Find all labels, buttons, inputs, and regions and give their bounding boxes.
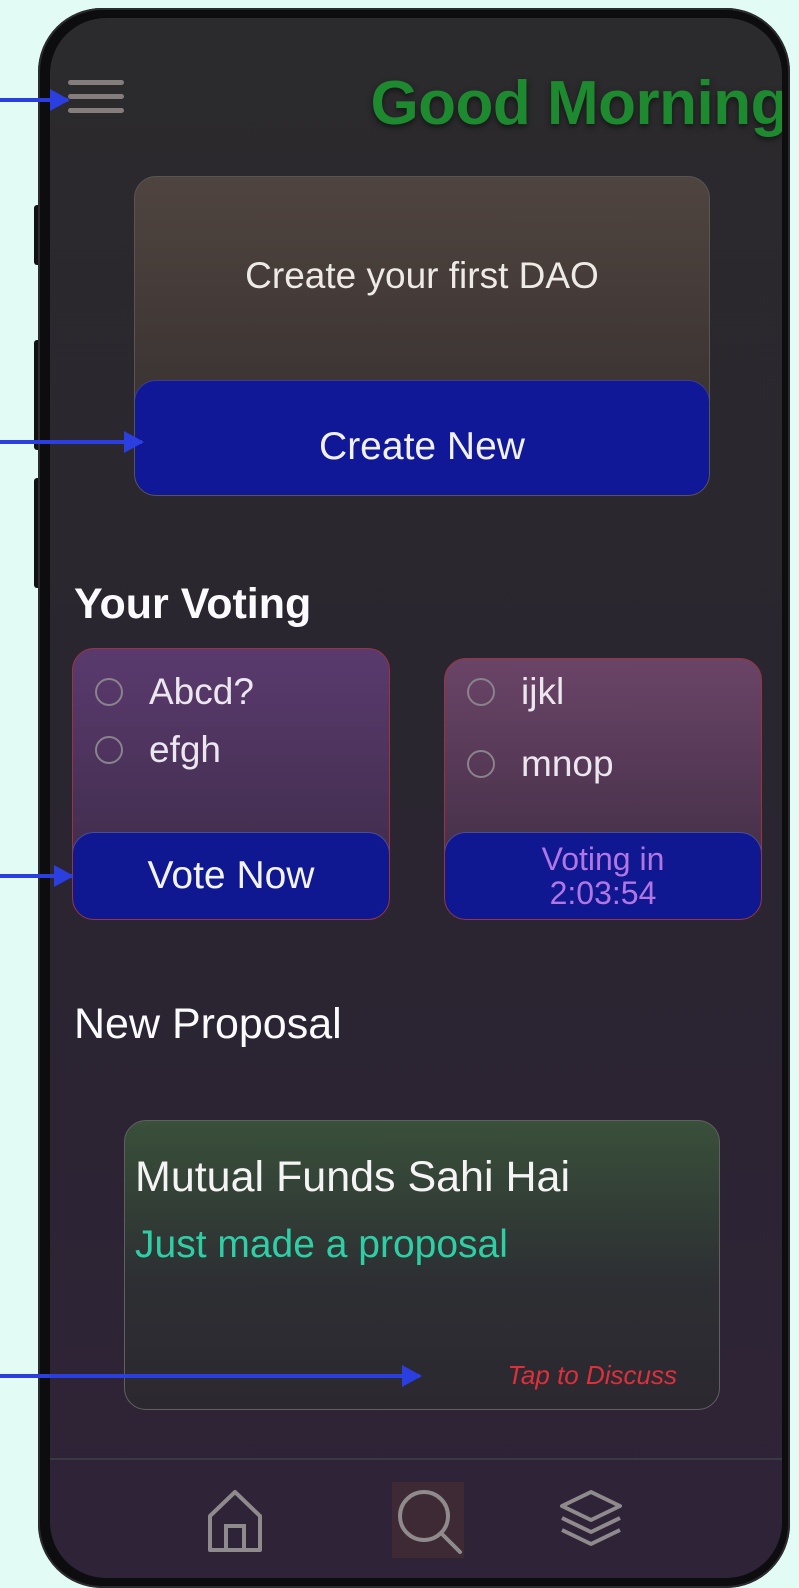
bottom-nav-divider: [50, 1458, 782, 1460]
radio-button[interactable]: [467, 750, 495, 778]
annotation-arrow: [0, 431, 144, 453]
annotation-arrow: [0, 865, 74, 887]
vote-option-label: ijkl: [521, 671, 565, 712]
radio-button[interactable]: [95, 736, 123, 764]
vote-option-label: Abcd?: [149, 671, 254, 712]
new-proposal-heading: New Proposal: [74, 1000, 342, 1048]
vote-option-label: efgh: [149, 729, 222, 770]
vote-now-button[interactable]: Vote Now: [73, 832, 389, 919]
radio-button[interactable]: [467, 678, 495, 706]
app-screen: Good Morning Create your first DAO Creat…: [50, 18, 782, 1578]
create-dao-card: Create your first DAO Create New: [134, 176, 710, 496]
voting-countdown: Voting in 2:03:54: [445, 832, 761, 919]
create-new-button[interactable]: Create New: [135, 380, 709, 495]
countdown-time: 2:03:54: [549, 875, 657, 911]
tap-to-discuss-link[interactable]: Tap to Discuss: [507, 1360, 677, 1391]
your-voting-heading: Your Voting: [74, 580, 312, 628]
vote-option-label: mnop: [521, 743, 614, 784]
radio-button[interactable]: [95, 678, 123, 706]
annotation-arrow: [0, 89, 70, 111]
vote-option[interactable]: Abcd?: [95, 671, 254, 713]
hamburger-menu-icon[interactable]: [68, 80, 128, 116]
vote-option[interactable]: ijkl: [467, 671, 564, 713]
voting-card: Abcd? efgh Vote Now: [72, 648, 390, 920]
search-icon[interactable]: [390, 1480, 466, 1560]
proposal-card[interactable]: Mutual Funds Sahi Hai Just made a propos…: [124, 1120, 720, 1410]
create-dao-title: Create your first DAO: [245, 255, 599, 296]
countdown-label: Voting in: [541, 841, 665, 877]
proposal-subtitle: Just made a proposal: [135, 1223, 508, 1266]
proposal-title: Mutual Funds Sahi Hai: [135, 1153, 570, 1201]
annotation-arrow: [0, 1365, 422, 1387]
vote-option[interactable]: efgh: [95, 729, 221, 771]
vote-option[interactable]: mnop: [467, 743, 614, 785]
home-icon[interactable]: [206, 1488, 264, 1554]
layers-icon[interactable]: [558, 1488, 624, 1548]
voting-card: ijkl mnop Voting in 2:03:54: [444, 658, 762, 920]
greeting-heading: Good Morning: [370, 69, 782, 138]
